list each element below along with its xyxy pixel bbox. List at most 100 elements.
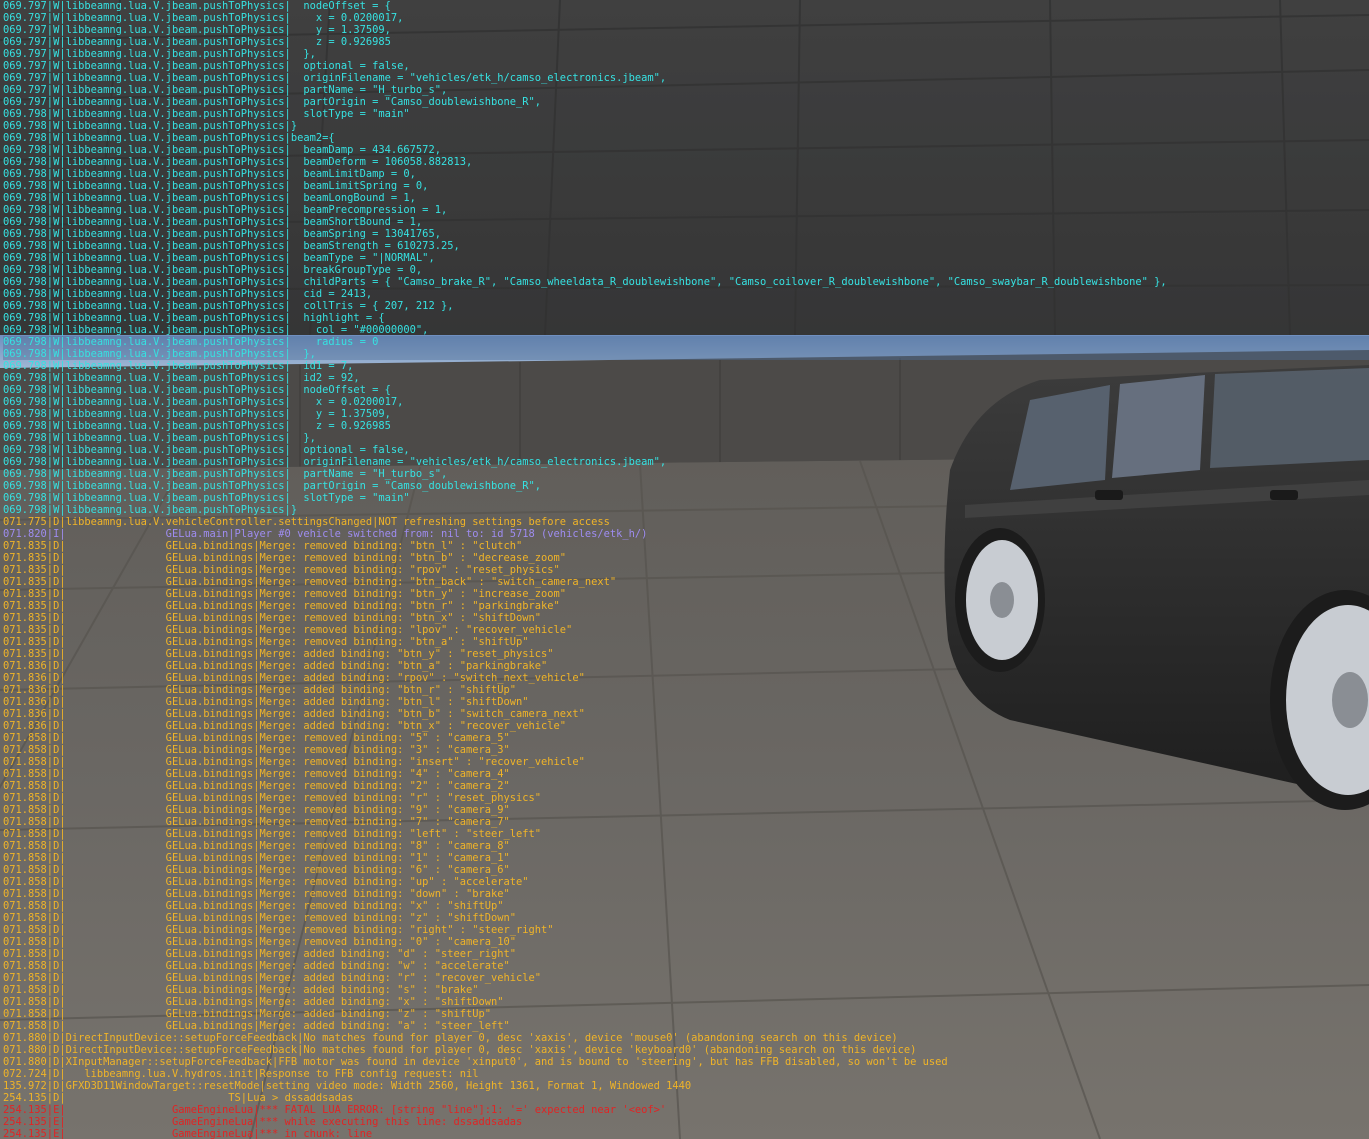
log-level: D: [53, 720, 60, 732]
log-level: D: [53, 876, 60, 888]
console-log-panel[interactable]: 069.797|W|libbeamng.lua.V.jbeam.pushToPh…: [0, 0, 1369, 1139]
log-timestamp: 072.724: [3, 1068, 47, 1080]
log-source: libbeamng.lua.V.jbeam.pushToPhysics: [65, 432, 285, 444]
log-message: y = 1.37509,: [290, 408, 391, 420]
log-source: libbeamng.lua.V.vehicleController.settin…: [65, 516, 373, 528]
log-source: GELua.bindings: [65, 636, 254, 648]
log-timestamp: 069.797: [3, 48, 47, 60]
log-message: Merge: removed binding: "3" : "camera_3": [259, 744, 510, 756]
log-message: Merge: removed binding: "lpov" : "recove…: [259, 624, 573, 636]
log-message: highlight = {: [290, 312, 385, 324]
log-source: TS: [65, 1092, 241, 1104]
log-line: 071.858|D| GELua.bindings|Merge: removed…: [3, 900, 504, 912]
log-level: W: [53, 108, 60, 120]
log-timestamp: 254.135: [3, 1104, 47, 1116]
log-level: D: [53, 564, 60, 576]
log-line: 069.798|W|libbeamng.lua.V.jbeam.pushToPh…: [3, 360, 354, 372]
log-line: 069.798|W|libbeamng.lua.V.jbeam.pushToPh…: [3, 168, 416, 180]
log-message: beamSpring = 13041765,: [290, 228, 441, 240]
log-timestamp: 069.798: [3, 492, 47, 504]
log-timestamp: 069.797: [3, 24, 47, 36]
log-line: 071.858|D| GELua.bindings|Merge: added b…: [3, 972, 542, 984]
log-timestamp: 071.835: [3, 576, 47, 588]
log-message: *** FATAL LUA ERROR: [string "line"]:1: …: [259, 1104, 667, 1116]
log-message: Merge: removed binding: "0" : "camera_10…: [259, 936, 517, 948]
log-line: 069.798|W|libbeamng.lua.V.jbeam.pushToPh…: [3, 216, 423, 228]
log-timestamp: 071.836: [3, 720, 47, 732]
log-timestamp: 069.798: [3, 264, 47, 276]
log-message: Merge: removed binding: "btn_b" : "decre…: [259, 552, 567, 564]
log-source: GELua.bindings: [65, 924, 254, 936]
log-line: 069.798|W|libbeamng.lua.V.jbeam.pushToPh…: [3, 204, 448, 216]
log-message: beamType = "|NORMAL",: [290, 252, 435, 264]
log-level: D: [53, 624, 60, 636]
log-timestamp: 071.858: [3, 804, 47, 816]
log-message: Merge: removed binding: "btn_y" : "incre…: [259, 588, 567, 600]
log-source: libbeamng.lua.V.jbeam.pushToPhysics: [65, 96, 285, 108]
log-timestamp: 254.135: [3, 1116, 47, 1128]
log-message: beamDeform = 106058.882813,: [290, 156, 473, 168]
log-timestamp: 069.798: [3, 504, 47, 516]
log-timestamp: 071.880: [3, 1032, 47, 1044]
log-source: GELua.bindings: [65, 1008, 254, 1020]
log-level: W: [53, 468, 60, 480]
log-level: D: [53, 900, 60, 912]
log-timestamp: 071.820: [3, 528, 47, 540]
log-source: DirectInputDevice::setupForceFeedback: [65, 1032, 298, 1044]
log-timestamp: 071.858: [3, 972, 47, 984]
log-message: },: [290, 432, 316, 444]
log-message: Merge: removed binding: "6" : "camera_6": [259, 864, 510, 876]
log-line: 254.135|E| GameEngineLua|*** while execu…: [3, 1116, 523, 1128]
log-level: W: [53, 0, 60, 12]
log-source: GELua.bindings: [65, 612, 254, 624]
log-source: libbeamng.lua.V.jbeam.pushToPhysics: [65, 240, 285, 252]
log-timestamp: 069.798: [3, 192, 47, 204]
log-timestamp: 069.798: [3, 288, 47, 300]
log-message: Merge: removed binding: "left" : "steer_…: [259, 828, 542, 840]
log-message: setting video mode: Width 2560, Height 1…: [265, 1080, 692, 1092]
log-line: 135.972|D|GFXD3D11WindowTarget::resetMod…: [3, 1080, 692, 1092]
log-level: D: [53, 552, 60, 564]
log-source: GELua.bindings: [65, 600, 254, 612]
log-message: Merge: added binding: "btn_a" : "parking…: [259, 660, 548, 672]
log-message: NOT refreshing settings before access: [378, 516, 610, 528]
log-source: DirectInputDevice::setupForceFeedback: [65, 1044, 298, 1056]
log-message: nodeOffset = {: [290, 384, 391, 396]
log-level: W: [53, 288, 60, 300]
log-timestamp: 071.858: [3, 996, 47, 1008]
log-timestamp: 069.798: [3, 360, 47, 372]
log-level: W: [53, 492, 60, 504]
log-level: W: [53, 168, 60, 180]
log-timestamp: 069.798: [3, 156, 47, 168]
log-source: XInputManager::setupForceFeedback: [65, 1056, 273, 1068]
log-level: D: [53, 888, 60, 900]
log-line: 071.835|D| GELua.bindings|Merge: removed…: [3, 576, 617, 588]
log-line: 071.836|D| GELua.bindings|Merge: added b…: [3, 696, 529, 708]
log-line: 069.798|W|libbeamng.lua.V.jbeam.pushToPh…: [3, 300, 454, 312]
log-level: D: [53, 912, 60, 924]
log-message: x = 0.0200017,: [290, 12, 404, 24]
log-level: W: [53, 276, 60, 288]
log-level: W: [53, 96, 60, 108]
log-timestamp: 254.135: [3, 1128, 47, 1139]
log-source: GELua.bindings: [65, 648, 254, 660]
log-timestamp: 071.858: [3, 876, 47, 888]
log-source: libbeamng.lua.V.jbeam.pushToPhysics: [65, 144, 285, 156]
log-level: W: [53, 120, 60, 132]
log-line: 069.798|W|libbeamng.lua.V.jbeam.pushToPh…: [3, 372, 360, 384]
log-message: beamLimitSpring = 0,: [290, 180, 429, 192]
log-message: Merge: removed binding: "btn_a" : "shift…: [259, 636, 529, 648]
log-level: D: [53, 1044, 60, 1056]
log-level: W: [53, 24, 60, 36]
log-timestamp: 071.858: [3, 984, 47, 996]
log-source: libbeamng.lua.V.jbeam.pushToPhysics: [65, 324, 285, 336]
log-timestamp: 071.858: [3, 852, 47, 864]
log-timestamp: 071.880: [3, 1044, 47, 1056]
log-source: libbeamng.lua.V.hydros.init: [65, 1068, 254, 1080]
log-message: collTris = { 207, 212 },: [290, 300, 454, 312]
log-message: Merge: removed binding: "4" : "camera_4": [259, 768, 510, 780]
log-source: GELua.bindings: [65, 552, 254, 564]
log-timestamp: 071.835: [3, 564, 47, 576]
log-line: 069.797|W|libbeamng.lua.V.jbeam.pushToPh…: [3, 72, 667, 84]
log-line: 069.798|W|libbeamng.lua.V.jbeam.pushToPh…: [3, 396, 404, 408]
